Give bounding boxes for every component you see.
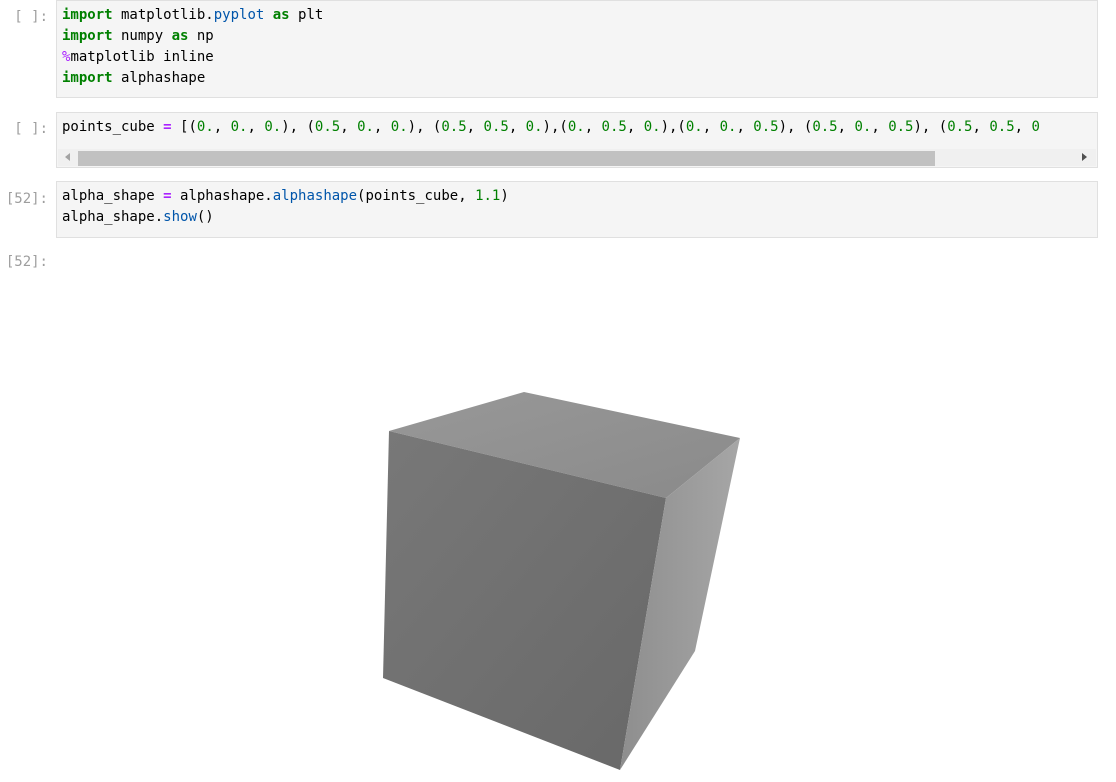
code-token: , bbox=[508, 119, 526, 135]
code-token: ), ( bbox=[778, 119, 813, 135]
code-token: alphashape. bbox=[171, 188, 273, 204]
code-token: 0. bbox=[357, 119, 374, 135]
code-token: 0.5 bbox=[483, 119, 509, 135]
code-token: , bbox=[702, 119, 720, 135]
code-line[interactable]: alpha_shape = alphashape.alphashape(poin… bbox=[62, 186, 1097, 207]
code-token: pyplot bbox=[213, 7, 265, 23]
code-token: , bbox=[213, 119, 231, 135]
code-token: 1.1 bbox=[475, 188, 501, 204]
code-token: 0. bbox=[567, 119, 585, 135]
code-token: matplotlib inline bbox=[70, 49, 214, 65]
code-token: , bbox=[837, 119, 855, 135]
cell-1-prompt: [ ]: bbox=[14, 9, 48, 25]
code-line[interactable]: import numpy as np bbox=[62, 26, 1097, 47]
horizontal-scrollbar[interactable] bbox=[58, 149, 1096, 166]
code-token: as bbox=[171, 28, 189, 44]
code-token: ), ( bbox=[913, 119, 948, 135]
cell-1-input[interactable]: import matplotlib.pyplot as plt import nu… bbox=[56, 0, 1098, 98]
code-token: 0.5 bbox=[812, 119, 838, 135]
cell-3-prompt: [52]: bbox=[5, 191, 48, 207]
scrollbar-thumb[interactable] bbox=[78, 151, 935, 166]
code-token: points_cube bbox=[62, 119, 164, 135]
code-token: plt bbox=[289, 7, 324, 23]
code-token: import bbox=[62, 7, 113, 23]
code-token: 0.5 bbox=[753, 119, 779, 135]
code-token: numpy bbox=[112, 28, 172, 44]
code-token: show bbox=[163, 209, 197, 225]
code-token: ) bbox=[500, 188, 509, 204]
code-token: , bbox=[871, 119, 889, 135]
code-token: [( bbox=[171, 119, 197, 135]
code-token: , bbox=[736, 119, 754, 135]
cube-render bbox=[383, 392, 740, 770]
code-token: ), ( bbox=[281, 119, 315, 135]
scroll-left-arrow-icon[interactable] bbox=[65, 153, 70, 161]
cell-2-code[interactable]: points_cube = [(0., 0., 0.), (0.5, 0., 0… bbox=[57, 113, 1097, 138]
code-token: , bbox=[972, 119, 990, 135]
code-line[interactable]: import matplotlib.pyplot as plt bbox=[62, 5, 1097, 26]
code-line[interactable]: points_cube = [(0., 0., 0.), (0.5, 0., 0… bbox=[62, 117, 1097, 138]
code-token: 0. bbox=[390, 119, 408, 135]
code-token: 0. bbox=[719, 119, 737, 135]
code-token: , bbox=[373, 119, 391, 135]
code-token: 0.5 bbox=[314, 119, 341, 135]
cell-2-input[interactable]: points_cube = [(0., 0., 0.), (0.5, 0., 0… bbox=[56, 112, 1098, 168]
scroll-right-arrow-icon[interactable] bbox=[1082, 153, 1087, 161]
code-token: 0. bbox=[854, 119, 872, 135]
code-token: import bbox=[62, 70, 113, 86]
code-token: , bbox=[340, 119, 358, 135]
code-token: , bbox=[466, 119, 484, 135]
code-line[interactable]: import alphashape bbox=[62, 68, 1097, 89]
code-token: , bbox=[247, 119, 265, 135]
code-token: ),( bbox=[660, 119, 686, 135]
code-token: 0.5 bbox=[947, 119, 973, 135]
cell-3-code[interactable]: alpha_shape = alphashape.alphashape(poin… bbox=[57, 182, 1097, 228]
code-token: 0.5 bbox=[601, 119, 627, 135]
code-token: ),( bbox=[542, 119, 568, 135]
code-token: matplotlib. bbox=[112, 7, 214, 23]
output-area bbox=[0, 250, 1116, 782]
code-token: , bbox=[626, 119, 644, 135]
cell-3-input[interactable]: alpha_shape = alphashape.alphashape(poin… bbox=[56, 181, 1098, 238]
code-line[interactable]: %matplotlib inline bbox=[62, 47, 1097, 68]
code-token: alphashape bbox=[112, 70, 206, 86]
code-token: 0. bbox=[525, 119, 543, 135]
code-token: np bbox=[188, 28, 214, 44]
code-token: 0 bbox=[1031, 119, 1040, 135]
code-token: , bbox=[1014, 119, 1032, 135]
code-token: alphashape bbox=[272, 188, 358, 204]
code-token: () bbox=[196, 209, 214, 225]
code-token: = bbox=[163, 188, 172, 204]
cell-2-prompt: [ ]: bbox=[14, 121, 48, 137]
code-token: 0.5 bbox=[888, 119, 914, 135]
code-token: alpha_shape. bbox=[62, 209, 164, 225]
code-token: , bbox=[584, 119, 602, 135]
code-token: 0.5 bbox=[989, 119, 1015, 135]
code-token: as bbox=[272, 7, 290, 23]
code-token: ), ( bbox=[407, 119, 442, 135]
code-token: 0. bbox=[685, 119, 703, 135]
code-token: 0. bbox=[230, 119, 248, 135]
code-token: alpha_shape bbox=[62, 188, 164, 204]
code-token: 0. bbox=[196, 119, 214, 135]
code-token: 0.5 bbox=[441, 119, 467, 135]
code-token: import bbox=[62, 28, 113, 44]
code-line[interactable]: alpha_shape.show() bbox=[62, 207, 1097, 228]
code-token: (points_cube, bbox=[357, 188, 476, 204]
code-token: = bbox=[163, 119, 172, 135]
code-token: 0. bbox=[264, 119, 282, 135]
cell-1-code[interactable]: import matplotlib.pyplot as plt import nu… bbox=[57, 1, 1097, 89]
code-token: 0. bbox=[643, 119, 661, 135]
